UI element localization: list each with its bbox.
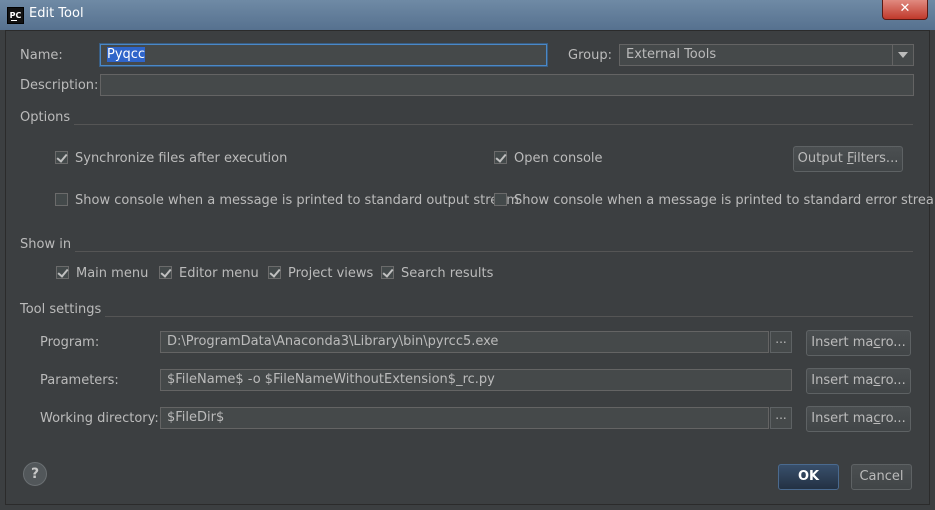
checkbox-checked-icon <box>268 266 281 279</box>
checkbox-unchecked-icon <box>494 193 507 206</box>
chevron-down-icon[interactable] <box>892 45 913 65</box>
pycharm-icon: PC <box>7 7 24 24</box>
program-value: D:\ProgramData\Anaconda3\Library\bin\pyr… <box>167 334 499 349</box>
console-stdout-label: Show console when a message is printed t… <box>75 193 519 208</box>
ellipsis-icon: ... <box>775 408 787 422</box>
program-label: Program: <box>40 335 100 350</box>
output-filters-label-part: Output <box>797 151 847 166</box>
sync-files-label: Synchronize files after execution <box>75 151 288 166</box>
tool-settings-section-title: Tool settings <box>20 302 106 317</box>
insert-macro-label-part: ro... <box>880 411 906 426</box>
parameters-label: Parameters: <box>40 373 119 388</box>
search-results-label: Search results <box>401 266 494 281</box>
insert-macro-mnemonic: c <box>873 335 881 350</box>
checkbox-checked-icon <box>494 151 507 164</box>
description-label: Description: <box>20 78 99 93</box>
project-views-label: Project views <box>288 266 374 281</box>
parameters-value: $FileName$ -o $FileNameWithoutExtension$… <box>167 372 495 387</box>
insert-macro-mnemonic: c <box>873 411 881 426</box>
parameters-input[interactable]: $FileName$ -o $FileNameWithoutExtension$… <box>160 369 792 391</box>
cancel-button[interactable]: Cancel <box>851 464 912 490</box>
options-section-divider <box>20 110 913 125</box>
description-input[interactable] <box>100 74 914 96</box>
help-icon: ? <box>30 466 40 482</box>
insert-macro-label-part: ro... <box>880 335 906 350</box>
checkbox-unchecked-icon <box>55 193 68 206</box>
program-insert-macro-button[interactable]: Insert macro... <box>806 330 911 356</box>
group-value: External Tools <box>626 47 717 62</box>
show-in-search-results-checkbox[interactable]: Search results <box>381 266 493 281</box>
checkbox-checked-icon <box>56 266 69 279</box>
show-in-main-menu-checkbox[interactable]: Main menu <box>56 266 148 281</box>
ellipsis-icon: ... <box>775 332 787 346</box>
insert-macro-mnemonic: c <box>873 373 881 388</box>
working-directory-input[interactable]: $FileDir$ <box>160 407 769 429</box>
close-button[interactable]: ✕ <box>882 0 928 20</box>
program-browse-button[interactable]: ... <box>770 331 792 353</box>
window-title: Edit Tool <box>29 6 84 21</box>
checkbox-checked-icon <box>159 266 172 279</box>
options-section-title: Options <box>20 110 75 125</box>
sync-files-checkbox[interactable]: Synchronize files after execution <box>55 151 287 166</box>
show-in-editor-menu-checkbox[interactable]: Editor menu <box>159 266 259 281</box>
open-console-checkbox[interactable]: Open console <box>494 151 603 166</box>
open-console-label: Open console <box>514 151 603 166</box>
console-stderr-checkbox[interactable]: Show console when a message is printed t… <box>494 193 935 208</box>
working-directory-value: $FileDir$ <box>167 410 225 425</box>
checkbox-checked-icon <box>55 151 68 164</box>
show-in-section-divider <box>20 237 913 252</box>
editor-menu-label: Editor menu <box>179 266 259 281</box>
insert-macro-label-part: ro... <box>880 373 906 388</box>
insert-macro-label-part: Insert ma <box>811 335 874 350</box>
parameters-insert-macro-button[interactable]: Insert macro... <box>806 368 911 394</box>
working-directory-insert-macro-button[interactable]: Insert macro... <box>806 406 911 432</box>
name-input[interactable]: Pyqcc <box>100 44 547 66</box>
working-directory-label: Working directory: <box>40 411 159 426</box>
console-stderr-label: Show console when a message is printed t… <box>514 193 935 208</box>
name-label: Name: <box>20 48 63 63</box>
main-menu-label: Main menu <box>76 266 149 281</box>
help-button[interactable]: ? <box>23 462 47 486</box>
output-filters-button[interactable]: Output Filters... <box>793 146 903 172</box>
output-filters-label-part: ilters... <box>853 151 899 166</box>
title-bar: PC Edit Tool ✕ <box>0 0 935 30</box>
group-label: Group: <box>568 48 612 63</box>
console-stdout-checkbox[interactable]: Show console when a message is printed t… <box>55 193 519 208</box>
show-in-project-views-checkbox[interactable]: Project views <box>268 266 373 281</box>
insert-macro-label-part: Insert ma <box>811 373 874 388</box>
program-input[interactable]: D:\ProgramData\Anaconda3\Library\bin\pyr… <box>160 331 769 353</box>
close-icon: ✕ <box>899 1 911 16</box>
checkbox-checked-icon <box>381 266 394 279</box>
ok-button[interactable]: OK <box>778 464 839 490</box>
insert-macro-label-part: Insert ma <box>811 411 874 426</box>
show-in-section-title: Show in <box>20 237 76 252</box>
group-combobox[interactable]: External Tools <box>619 44 914 66</box>
tool-settings-section-divider <box>20 302 913 317</box>
working-directory-browse-button[interactable]: ... <box>770 407 792 429</box>
name-input-selection: Pyqcc <box>107 47 146 62</box>
